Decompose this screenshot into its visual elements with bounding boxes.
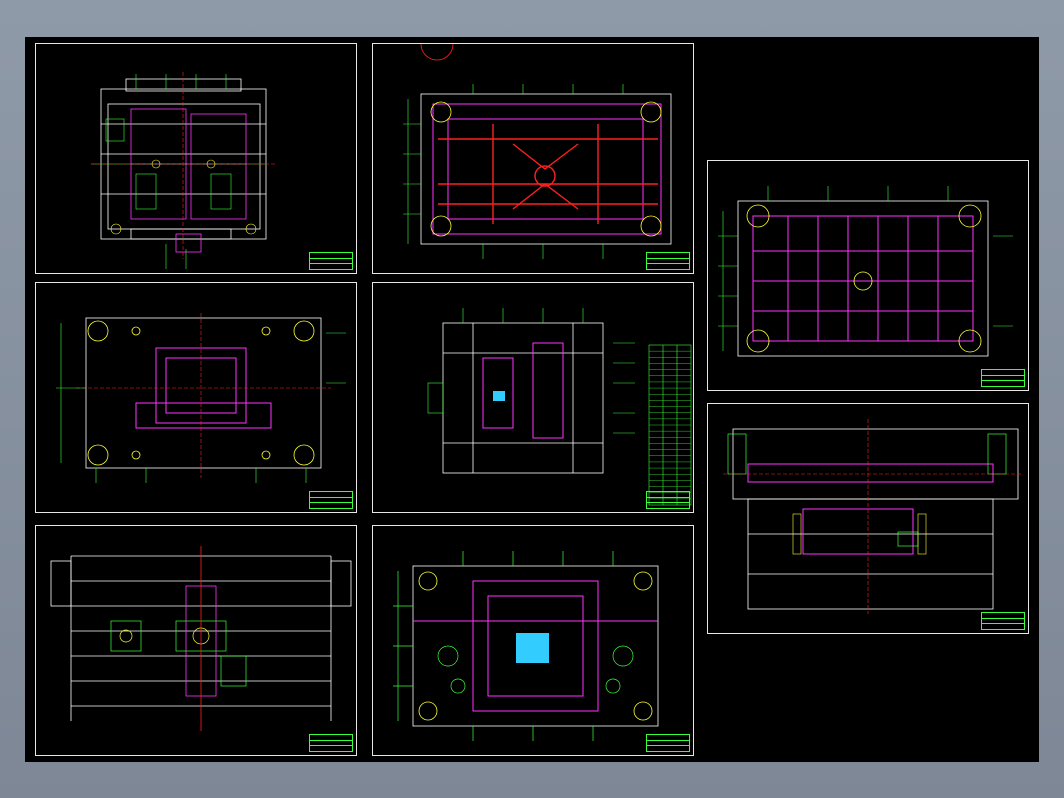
plate-top-large-view xyxy=(718,186,1013,357)
cavity-fill xyxy=(516,633,549,663)
title-block xyxy=(646,491,690,509)
title-block xyxy=(309,252,353,270)
drawing-sheet-plate-top-cyan[interactable] xyxy=(372,525,694,756)
drawing-sheet-long-section[interactable] xyxy=(707,403,1029,634)
drawing-sheet-front-section[interactable] xyxy=(35,43,357,274)
long-section-view xyxy=(723,419,1023,614)
plate-lines-view xyxy=(50,546,352,731)
title-block xyxy=(646,734,690,752)
title-block xyxy=(646,252,690,270)
plate-top-cyan-view xyxy=(393,551,659,741)
plate-top-center-view xyxy=(56,313,346,483)
title-block xyxy=(981,612,1025,630)
cad-drawing-canvas[interactable] xyxy=(25,37,1039,762)
plate-top-red-view xyxy=(403,44,672,259)
drawing-sheet-plate-top-center[interactable] xyxy=(35,282,357,513)
drawing-sheet-plate-top-red[interactable] xyxy=(372,43,694,274)
cavity-fill xyxy=(493,391,505,401)
front-section-view xyxy=(91,72,276,269)
title-block xyxy=(309,491,353,509)
drawing-sheet-plate-lines[interactable] xyxy=(35,525,357,756)
drawing-sheet-plate-top-large[interactable] xyxy=(707,160,1029,391)
drawing-sheet-side-section[interactable] xyxy=(372,282,694,513)
title-block xyxy=(981,369,1025,387)
title-block xyxy=(309,734,353,752)
side-section-view xyxy=(427,308,692,506)
